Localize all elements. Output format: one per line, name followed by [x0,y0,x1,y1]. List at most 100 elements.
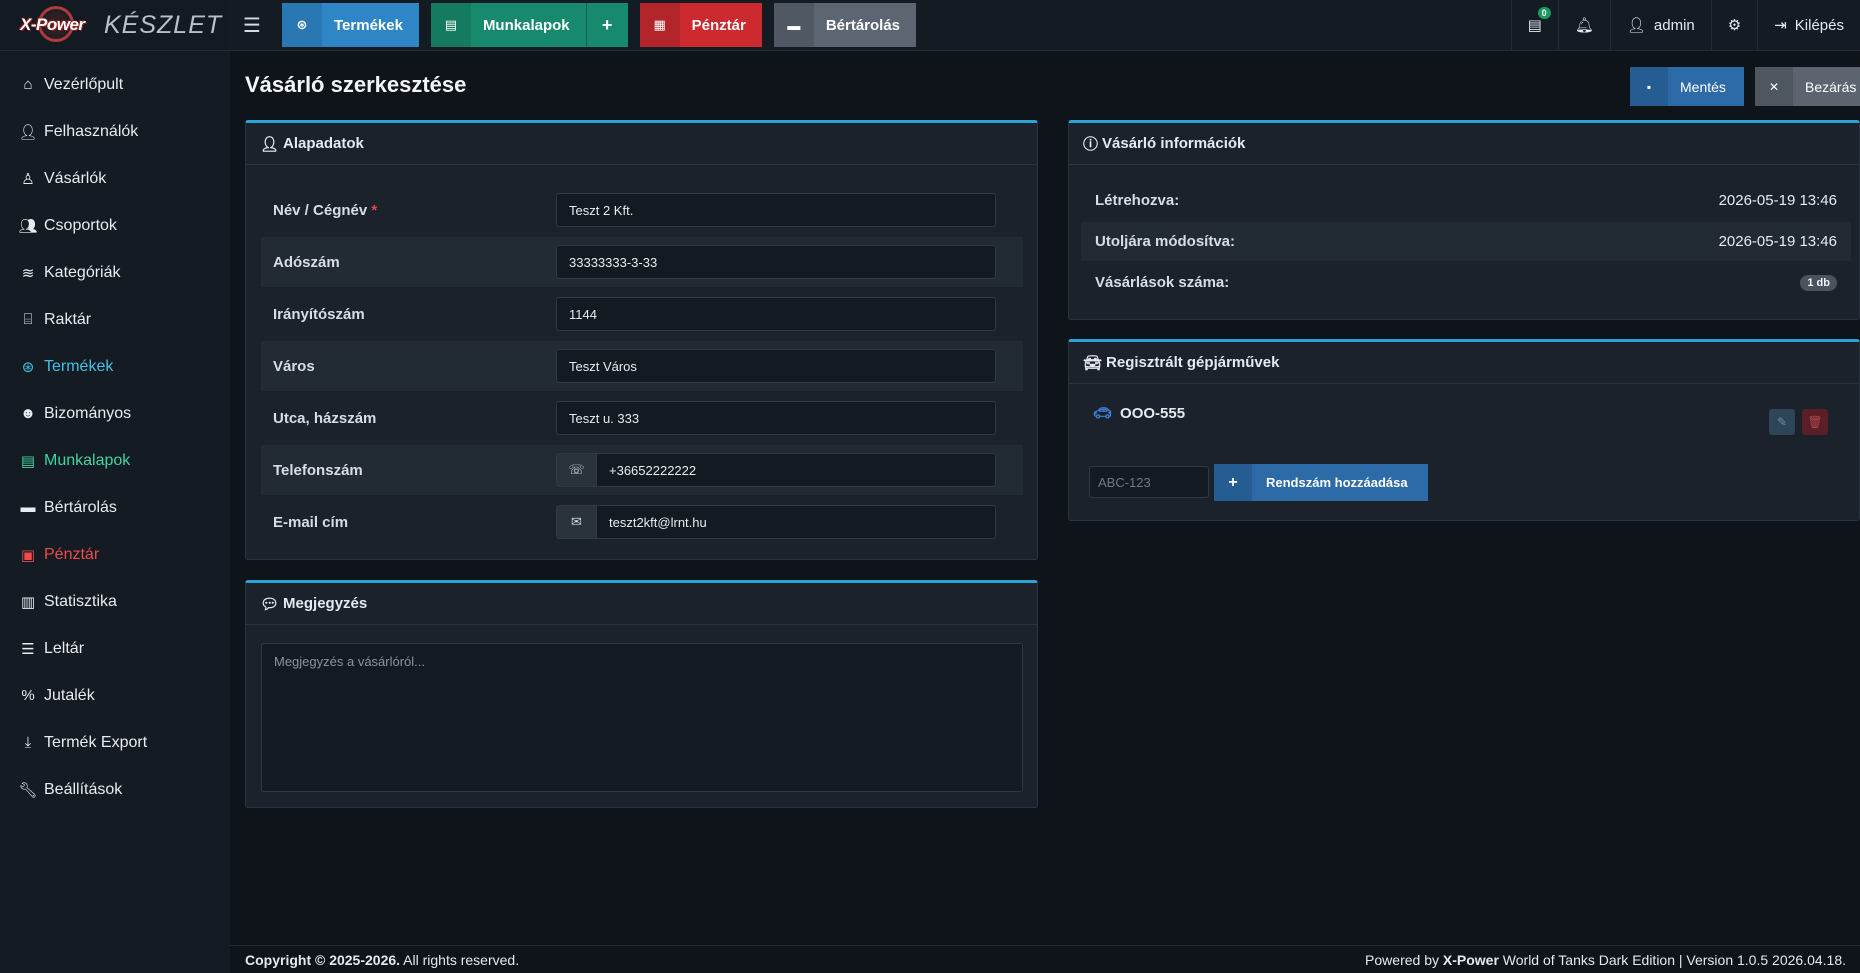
save-button[interactable]: ▪ Mentés [1630,67,1744,106]
quick-penztar-button[interactable]: ▦ Pénztár [639,3,762,47]
close-button[interactable]: ✕ Bezárás [1755,67,1860,106]
comment-icon: 💬︎ [260,595,280,613]
zip-input[interactable]: 1144 [556,297,996,331]
floppy-icon: ▪ [1630,67,1668,106]
user-menu[interactable]: 👤︎ admin [1609,0,1711,50]
vehicles-header: 🚘︎ Regisztrált gépjárművek [1069,342,1859,384]
form-row-tax: Adószám 33333333-3-33 [261,237,1023,287]
sidebar-item-leltar[interactable]: ☰ Leltár [0,625,230,672]
sidebar-item-beallitasok[interactable]: 🔧︎ Beállítások [0,766,230,813]
phone-input[interactable]: +36652222222 [596,453,996,487]
brand-word: KÉSZLET [104,10,223,39]
sidebar-item-termek-export[interactable]: ⤓ Termék Export [0,719,230,766]
email-input[interactable]: teszt2kft@lrnt.hu [596,505,996,539]
sidebar-item-kategoriak[interactable]: ≋ Kategóriák [0,249,230,296]
file-icon: ▤ [1527,17,1542,34]
zip-label: Irányítószám [273,305,365,323]
phone-input-group: ☏ +36652222222 [556,453,996,487]
footer: Copyright © 2025-2026. All rights reserv… [230,945,1860,973]
user-icon: 👤︎ [18,123,38,141]
customer-info-header: ⓘ Vásárló információk [1069,123,1859,165]
top-navbar: X-Power KÉSZLET ☰ ⊛ Termékek ▤ Munkalapo… [0,0,1860,51]
file-icon: ▤ [430,3,471,47]
basic-data-header: 👤︎ Alapadatok [246,123,1037,165]
edit-plate-button[interactable]: ✎ [1769,409,1795,435]
vehicle-plate-item: 🚗︎ OOO-555 [1093,404,1186,423]
form-row-phone: Telefonszám ☏ +36652222222 [261,445,1023,495]
archive-icon: ▬ [20,499,36,516]
form-row-zip: Irányítószám 1144 [261,289,1023,339]
basic-data-card: 👤︎ Alapadatok Név / Cégnév * Teszt 2 Kft… [245,120,1038,560]
money-icon: ▣ [20,546,36,564]
sidebar-item-bizomanyos[interactable]: ☻ Bizományos [0,390,230,437]
bell-button[interactable]: 🔔︎ [1557,0,1610,50]
sidebar-item-csoportok[interactable]: 👥︎ Csoportok [0,202,230,249]
name-input[interactable]: Teszt 2 Kft. [556,193,996,227]
brand-logo[interactable]: X-Power KÉSZLET [0,0,230,50]
city-input[interactable]: Teszt Város [556,349,996,383]
gear-icon: ⚙ [1727,17,1742,34]
settings-button[interactable]: ⚙ [1710,0,1757,50]
city-label: Város [273,357,315,375]
purchase-count-badge: 1 db [1800,274,1837,291]
warehouse-icon: ⌸ [23,311,33,328]
car-icon: 🚘︎ [1083,354,1103,372]
xpower-logo: X-Power [20,5,98,45]
plus-icon: + [1214,464,1252,501]
logout-icon: ⇥ [1774,17,1787,34]
sidebar-item-raktar[interactable]: ⌸ Raktár [0,296,230,343]
envelope-icon: ✉ [556,505,596,539]
download-icon: ⤓ [24,734,32,751]
edit-icon: ✎ [1776,415,1788,429]
notifications-worksheet-button[interactable]: ▤ 0 [1510,0,1558,50]
form-row-name: Név / Cégnév * Teszt 2 Kft. [261,185,1023,235]
page-title: Vásárló szerkesztése [245,72,467,97]
form-row-email: E-mail cím ✉ teszt2kft@lrnt.hu [261,497,1023,547]
calculator-icon: ▦ [639,3,680,47]
plate-number: OOO-555 [1120,404,1186,422]
trash-icon: 🗑︎ [1807,415,1823,429]
note-card: 💬︎ Megjegyzés Megjegyzés a vásárlóról... [245,580,1038,808]
user-icon: 👤︎ [260,135,280,153]
sidebar-item-vezerlopult[interactable]: ⌂ Vezérlőpult [0,61,230,108]
sidebar-item-penztar[interactable]: ▣ Pénztár [0,531,230,578]
customer-info-card: ⓘ Vásárló információk Létrehozva: 2026-0… [1068,120,1860,320]
sidebar-item-munkalapok[interactable]: ▤ Munkalapok [0,437,230,484]
sidebar-item-bertarolas[interactable]: ▬ Bértárolás [0,484,230,531]
quick-termekek-button[interactable]: ⊛ Termékek [282,3,419,47]
user-name: admin [1653,16,1695,34]
list-icon: ☰ [21,640,35,658]
info-row-purchases: Vásárlások száma: 1 db [1081,263,1851,302]
lifebuoy-icon: ⊛ [21,358,35,376]
user-icon: 👤︎ [1626,17,1646,34]
hamburger-menu-icon[interactable]: ☰ [230,0,274,50]
sidebar: ⌂ Vezérlőpult 👤︎ Felhasználók ♙ Vásárlók 👥︎… [0,51,230,973]
tax-input[interactable]: 33333333-3-33 [556,245,996,279]
quick-munkalapok-group: ▤ Munkalapok + [430,3,628,47]
copyright: Copyright © 2025-2026. All rights reserv… [245,951,520,968]
home-icon: ⌂ [23,76,33,93]
quick-munkalapok-button[interactable]: Munkalapok [471,3,586,47]
phone-icon: ☏ [556,453,596,487]
new-plate-input[interactable]: ABC-123 [1089,466,1209,498]
form-row-street: Utca, házszám Teszt u. 333 [261,393,1023,443]
add-plate-button[interactable]: + Rendszám hozzáadása [1214,464,1428,501]
sidebar-item-termekek[interactable]: ⊛ Termékek [0,343,230,390]
wrench-icon: 🔧︎ [18,781,38,799]
note-textarea[interactable]: Megjegyzés a vásárlóról... [261,643,1023,792]
street-input[interactable]: Teszt u. 333 [556,401,996,435]
info-row-created: Létrehozva: 2026-05-19 13:46 [1095,192,1837,209]
chart-icon: ▥ [20,593,36,611]
new-munkalap-plus-button[interactable]: + [585,3,628,47]
logout-button[interactable]: ⇥ Kilépés [1757,0,1860,50]
quick-bertarolas-button[interactable]: ▬ Bértárolás [773,3,917,47]
sidebar-item-statisztika[interactable]: ▥ Statisztika [0,578,230,625]
sidebar-item-felhasznalok[interactable]: 👤︎ Felhasználók [0,108,230,155]
sidebar-item-jutalek[interactable]: % Jutalék [0,672,230,719]
lifebuoy-icon: ⊛ [282,3,322,47]
sidebar-item-vasarlok[interactable]: ♙ Vásárlók [0,155,230,202]
street-label: Utca, házszám [273,409,377,427]
name-label: Név / Cégnév * [273,201,378,219]
users-icon: 👥︎ [18,217,38,235]
delete-plate-button[interactable]: 🗑︎ [1802,409,1828,435]
